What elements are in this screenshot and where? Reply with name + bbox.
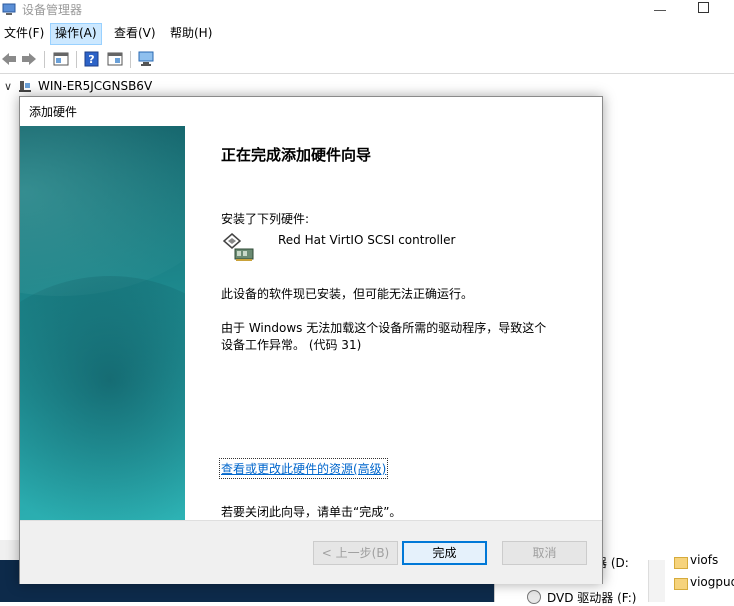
update-driver-icon[interactable] [106, 51, 124, 67]
installed-label: 安装了下列硬件: [221, 212, 310, 226]
menu-help[interactable]: 帮助(H) [166, 23, 216, 43]
dialog-footer: < 上一步(B) 完成 取消 [20, 520, 602, 584]
folder-item-viogpudo[interactable]: viogpudo [690, 575, 734, 589]
close-hint: 若要关闭此向导，请单击“完成”。 [221, 505, 402, 519]
properties-icon[interactable] [52, 51, 70, 67]
dialog-titlebar: 添加硬件 [20, 97, 602, 125]
drive-item-dvd[interactable]: DVD 驱动器 (F:) [547, 589, 637, 606]
error-message-line2: 设备工作异常。 (代码 31) [221, 338, 362, 352]
banner-decoration [20, 126, 185, 296]
wizard-heading: 正在完成添加硬件向导 [221, 146, 372, 164]
svg-text:?: ? [88, 53, 94, 66]
toolbar: ? [0, 47, 734, 74]
device-manager-titlebar: 设备管理器 [0, 0, 734, 20]
computer-icon [19, 81, 31, 92]
scrollbar[interactable] [648, 560, 665, 602]
chevron-down-icon[interactable]: ∨ [4, 80, 12, 93]
scan-hardware-icon[interactable] [137, 51, 155, 67]
back-button[interactable]: < 上一步(B) [313, 541, 398, 565]
help-icon[interactable]: ? [83, 51, 101, 67]
status-message: 此设备的软件现已安装，但可能无法正确运行。 [221, 287, 474, 301]
banner-decoration [20, 276, 185, 520]
folder-icon [674, 578, 688, 590]
view-resources-link[interactable]: 查看或更改此硬件的资源(高级) [218, 458, 389, 479]
toolbar-separator [76, 51, 77, 68]
wizard-banner [20, 126, 185, 520]
toolbar-separator [130, 51, 131, 68]
finish-button[interactable]: 完成 [402, 541, 487, 565]
device-manager-icon [2, 3, 16, 15]
menu-view[interactable]: 查看(V) [110, 23, 160, 43]
folder-item-viofs[interactable]: viofs [690, 553, 718, 567]
device-name: Red Hat VirtIO SCSI controller [278, 233, 456, 247]
menu-file[interactable]: 文件(F) [0, 23, 48, 43]
forward-arrow-icon[interactable] [20, 51, 38, 67]
toolbar-separator [44, 51, 45, 68]
window-title: 设备管理器 [22, 3, 83, 17]
maximize-button[interactable] [698, 2, 709, 13]
dialog-title: 添加硬件 [29, 105, 78, 119]
cancel-button[interactable]: 取消 [502, 541, 587, 565]
menu-action[interactable]: 操作(A) [50, 23, 102, 45]
minimize-button[interactable] [654, 0, 666, 11]
error-message-line1: 由于 Windows 无法加载这个设备所需的驱动程序，导致这个 [221, 321, 547, 335]
add-hardware-dialog: 添加硬件 正在完成添加硬件向导 安装了下列硬件: Red Hat VirtIO … [19, 96, 603, 584]
scsi-controller-icon [222, 233, 254, 261]
menu-bar: 文件(F) 操作(A) 查看(V) 帮助(H) [0, 23, 734, 45]
folder-icon [674, 557, 688, 569]
computer-name: WIN-ER5JCGNSB6V [38, 79, 153, 93]
back-arrow-icon[interactable] [0, 51, 18, 67]
